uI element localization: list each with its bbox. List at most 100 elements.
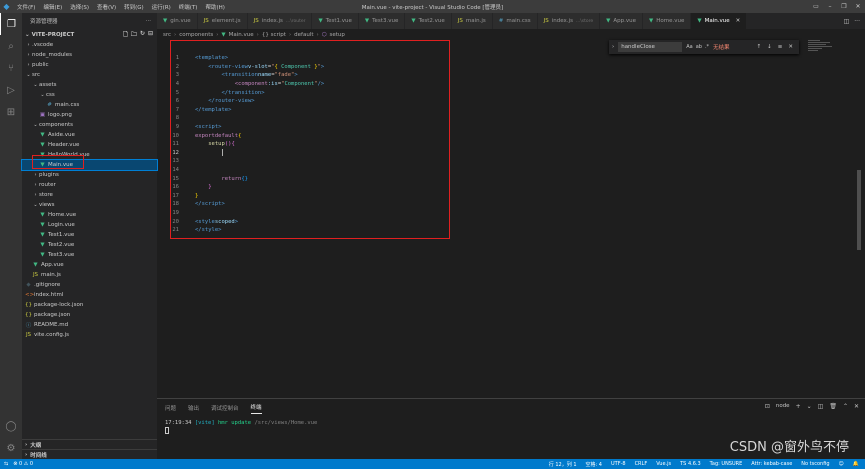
tree-file[interactable]: ▼ Test1.vue xyxy=(22,230,157,240)
breadcrumb-file[interactable]: Main.vue xyxy=(229,32,254,38)
editor-tab[interactable]: ▼ Test3.vue xyxy=(358,13,406,29)
minimap[interactable] xyxy=(808,40,854,60)
source-control-icon[interactable]: ⑂ xyxy=(0,57,22,79)
tree-file[interactable]: {} package-lock.json xyxy=(22,300,157,310)
tree-file[interactable]: {} package.json xyxy=(22,310,157,320)
tree-file[interactable]: ▼ Home.vue xyxy=(22,210,157,220)
tree-folder[interactable]: ⌄ src xyxy=(22,70,157,80)
terminal-output[interactable]: 17:19:34 [vite] hmr update /src/views/Ho… xyxy=(157,417,865,434)
split-editor-icon[interactable]: ◫ xyxy=(844,18,850,25)
attr-case[interactable]: Attr: kebab-case xyxy=(751,461,792,468)
tree-file[interactable]: ▼ App.vue xyxy=(22,260,157,270)
editor-tab[interactable]: ▼ Main.vue ✕ xyxy=(691,13,748,29)
breadcrumb-script[interactable]: {} script xyxy=(262,32,286,38)
tree-file[interactable]: ▼ Login.vue xyxy=(22,220,157,230)
breadcrumb-components[interactable]: components xyxy=(179,32,213,38)
search-icon[interactable]: ⌕ xyxy=(0,35,22,57)
tree-file[interactable]: ▼ Header.vue xyxy=(22,140,157,150)
tab-problems[interactable]: 问题 xyxy=(165,404,176,412)
editor-tab[interactable]: ▼ App.vue xyxy=(600,13,644,29)
tab-terminal[interactable]: 终端 xyxy=(250,403,262,414)
layout-icon[interactable]: ▭ xyxy=(809,0,823,13)
tree-folder[interactable]: › node_modules xyxy=(22,50,157,60)
plus-icon[interactable]: + xyxy=(796,403,801,410)
tree-file[interactable]: ▣ logo.png xyxy=(22,110,157,120)
project-header[interactable]: ⌄ VITE-PROJECT 🗋 🗀 ↻ ⊟ xyxy=(22,29,157,40)
editor-tab[interactable]: ▼ Home.vue xyxy=(643,13,692,29)
tree-folder[interactable]: › router xyxy=(22,180,157,190)
match-case-icon[interactable]: Aa xyxy=(686,44,692,50)
encoding[interactable]: UTF-8 xyxy=(611,461,626,468)
line-ending[interactable]: CRLF xyxy=(635,461,648,468)
tag-case[interactable]: Tag: UNSURE xyxy=(710,461,743,468)
tab-output[interactable]: 输出 xyxy=(188,404,199,412)
gear-icon[interactable]: ⚙ xyxy=(0,437,22,459)
scrollbar-thumb[interactable] xyxy=(857,170,861,250)
tree-folder[interactable]: › plugins xyxy=(22,170,157,180)
extensions-icon[interactable]: ⊞ xyxy=(0,101,22,123)
tree-file[interactable]: ▼ Test2.vue xyxy=(22,240,157,250)
outline-section[interactable]: › 大纲 xyxy=(22,439,157,449)
run-debug-icon[interactable]: ▷ xyxy=(0,79,22,101)
terminal-name[interactable]: node xyxy=(776,403,790,410)
breadcrumb-default[interactable]: default xyxy=(294,32,313,38)
arrow-up-icon[interactable]: ↑ xyxy=(757,44,762,50)
tree-file[interactable]: ◆ .gitignore xyxy=(22,280,157,290)
close-icon[interactable]: ✕ xyxy=(788,44,793,50)
menu-run[interactable]: 运行(R) xyxy=(148,3,175,11)
regex-icon[interactable]: .* xyxy=(705,44,709,50)
refresh-icon[interactable]: ↻ xyxy=(140,30,145,40)
tree-file[interactable]: JS main.js xyxy=(22,270,157,280)
account-icon[interactable]: ◯ xyxy=(0,415,22,437)
menu-view[interactable]: 查看(V) xyxy=(93,3,120,11)
explorer-icon[interactable]: ❐ xyxy=(0,13,22,35)
tree-file[interactable]: JS vite.config.js xyxy=(22,330,157,340)
chevron-up-icon[interactable]: ⌃ xyxy=(843,403,848,410)
menu-terminal[interactable]: 终端(T) xyxy=(175,3,202,11)
whole-word-icon[interactable]: ab xyxy=(696,44,702,50)
new-folder-icon[interactable]: 🗀 xyxy=(131,30,137,40)
tree-folder[interactable]: › public xyxy=(22,60,157,70)
editor-tab[interactable]: ▼ gin.vue xyxy=(157,13,198,29)
ts-version[interactable]: TS 4.6.3 xyxy=(680,461,701,468)
close-icon[interactable]: ✕ xyxy=(854,403,859,410)
remote-icon[interactable]: ⇆ xyxy=(4,461,8,467)
trash-icon[interactable]: 🗑 xyxy=(829,403,837,410)
tab-debug-console[interactable]: 调试控制台 xyxy=(211,404,239,412)
feedback-icon[interactable]: ☺ xyxy=(839,461,844,468)
tree-file[interactable]: ⓘ README.md xyxy=(22,320,157,330)
bell-icon[interactable]: 🔔 xyxy=(853,461,859,468)
menu-edit[interactable]: 编辑(E) xyxy=(39,3,66,11)
tree-file[interactable]: ▼ Test3.vue xyxy=(22,250,157,260)
breadcrumb-src[interactable]: src xyxy=(163,32,171,38)
close-icon[interactable]: ✕ xyxy=(851,0,865,13)
editor-tab[interactable]: JS index.js ...\router xyxy=(247,13,313,29)
menu-go[interactable]: 转到(G) xyxy=(120,3,148,11)
editor-tab[interactable]: ▼ Test1.vue xyxy=(312,13,359,29)
language-mode[interactable]: Vue.js xyxy=(656,461,671,468)
editor-tab[interactable]: JS main.js xyxy=(451,13,493,29)
tree-file[interactable]: <> index.html xyxy=(22,290,157,300)
editor-tab[interactable]: JS index.js ...\store xyxy=(537,13,601,29)
arrow-down-icon[interactable]: ↓ xyxy=(767,44,772,50)
cursor-position[interactable]: 行 12，列 1 xyxy=(549,461,577,468)
menu-selection[interactable]: 选择(S) xyxy=(66,3,93,11)
problems-count[interactable]: ⊗ 0 ⚠ 0 xyxy=(13,461,33,467)
chevron-down-icon[interactable]: ⌄ xyxy=(807,403,812,410)
collapse-all-icon[interactable]: ⊟ xyxy=(148,30,153,40)
tree-folder[interactable]: ⌄ assets xyxy=(22,80,157,90)
tree-folder[interactable]: › store xyxy=(22,190,157,200)
split-terminal-icon[interactable]: ◫ xyxy=(818,403,824,410)
selection-icon[interactable]: ≡ xyxy=(778,44,783,50)
editor-scrollbar[interactable] xyxy=(855,40,863,392)
tsconfig[interactable]: No tsconfig xyxy=(801,461,829,468)
restore-icon[interactable]: ❐ xyxy=(837,0,851,13)
more-actions-icon[interactable]: ··· xyxy=(146,18,151,24)
breadcrumb-setup[interactable]: setup xyxy=(330,32,345,38)
minimize-icon[interactable]: – xyxy=(823,0,837,13)
menu-help[interactable]: 帮助(H) xyxy=(201,3,228,11)
more-actions-icon[interactable]: ··· xyxy=(854,18,860,25)
find-input[interactable]: handleClose xyxy=(618,42,683,52)
tree-folder[interactable]: › .vscode xyxy=(22,40,157,50)
tree-folder[interactable]: ⌄ components xyxy=(22,120,157,130)
